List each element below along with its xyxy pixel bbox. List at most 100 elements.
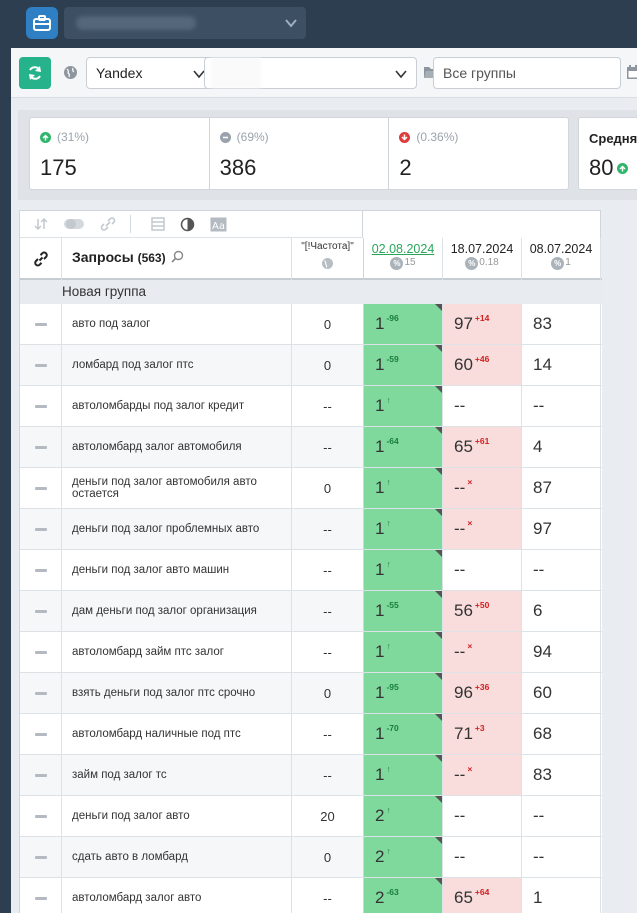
table-icon[interactable] (151, 217, 165, 231)
position-cell-1[interactable]: 2 -63 (364, 878, 443, 913)
table-row[interactable]: деньги под залог автомобиля авто остаетс… (20, 468, 602, 509)
position-cell-1[interactable]: 1 -95 (364, 673, 443, 713)
table-row[interactable]: дам деньги под залог организация -- 1 -5… (20, 591, 602, 632)
toggle-icon[interactable] (63, 217, 85, 231)
row-toggle[interactable] (20, 673, 62, 713)
header-date-column-1[interactable]: 02.08.2024 % 15 (364, 238, 443, 280)
header-frequency-column[interactable]: "[!Частота]" (292, 238, 364, 280)
position-cell-2[interactable]: -- × (443, 755, 522, 795)
query-cell[interactable]: ломбард под залог птс (62, 345, 292, 385)
row-toggle[interactable] (20, 714, 62, 754)
briefcase-button[interactable] (26, 7, 58, 39)
position-cell-3[interactable]: -- (522, 386, 601, 426)
table-row[interactable]: сдать авто в ломбард 0 2 ↑ -- -- (20, 837, 602, 878)
link-toggle-icon[interactable] (100, 217, 116, 231)
position-cell-3[interactable]: -- (522, 837, 601, 877)
position-cell-2[interactable]: -- (443, 796, 522, 836)
position-cell-1[interactable]: 2 ↑ (364, 837, 443, 877)
row-toggle[interactable] (20, 468, 62, 508)
row-toggle[interactable] (20, 632, 62, 672)
position-cell-1[interactable]: 1 ↑ (364, 632, 443, 672)
query-cell[interactable]: деньги под залог авто машин (62, 550, 292, 590)
row-toggle[interactable] (20, 509, 62, 549)
row-toggle[interactable] (20, 837, 62, 877)
position-cell-1[interactable]: 1 -70 (364, 714, 443, 754)
query-cell[interactable]: авто под залог (62, 304, 292, 344)
row-toggle[interactable] (20, 755, 62, 795)
row-toggle[interactable] (20, 550, 62, 590)
position-cell-2[interactable]: 65 +64 (443, 878, 522, 913)
region-select[interactable] (204, 57, 417, 89)
position-cell-3[interactable]: -- (522, 796, 601, 836)
position-cell-1[interactable]: 1 ↑ (364, 755, 443, 795)
table-row[interactable]: ломбард под залог птс 0 1 -59 60 +46 14 (20, 345, 602, 386)
position-cell-3[interactable]: 14 (522, 345, 601, 385)
position-cell-2[interactable]: 60 +46 (443, 345, 522, 385)
search-engine-select[interactable]: Yandex (86, 57, 215, 89)
table-row[interactable]: автоломбард залог авто -- 2 -63 65 +64 1 (20, 878, 602, 913)
search-icon[interactable] (171, 250, 184, 263)
table-row[interactable]: авто под залог 0 1 -96 97 +14 83 (20, 304, 602, 345)
position-cell-3[interactable]: -- (522, 550, 601, 590)
query-cell[interactable]: деньги под залог автомобиля авто остаетс… (62, 468, 292, 508)
position-cell-3[interactable]: 94 (522, 632, 601, 672)
position-cell-3[interactable]: 6 (522, 591, 601, 631)
position-cell-1[interactable]: 1 ↑ (364, 468, 443, 508)
row-toggle[interactable] (20, 304, 62, 344)
table-row[interactable]: автоломбард займ птс залог -- 1 ↑ -- × 9… (20, 632, 602, 673)
row-toggle[interactable] (20, 878, 62, 913)
query-cell[interactable]: взять деньги под залог птс срочно (62, 673, 292, 713)
row-toggle[interactable] (20, 427, 62, 467)
query-cell[interactable]: сдать авто в ломбард (62, 837, 292, 877)
query-cell[interactable]: автоломбард займ птс залог (62, 632, 292, 672)
position-cell-3[interactable]: 60 (522, 673, 601, 713)
position-cell-3[interactable]: 83 (522, 304, 601, 344)
position-cell-1[interactable]: 1 -96 (364, 304, 443, 344)
row-toggle[interactable] (20, 796, 62, 836)
table-row[interactable]: займ под залог тс -- 1 ↑ -- × 83 (20, 755, 602, 796)
position-cell-3[interactable]: 83 (522, 755, 601, 795)
position-cell-2[interactable]: 96 +36 (443, 673, 522, 713)
position-cell-1[interactable]: 1 ↑ (364, 550, 443, 590)
table-row[interactable]: деньги под залог проблемных авто -- 1 ↑ … (20, 509, 602, 550)
table-row[interactable]: автоломбарды под залог кредит -- 1 ↑ -- … (20, 386, 602, 427)
position-cell-1[interactable]: 1 -64 (364, 427, 443, 467)
query-cell[interactable]: деньги под залог авто (62, 796, 292, 836)
position-cell-2[interactable]: -- × (443, 632, 522, 672)
position-cell-2[interactable]: 71 +3 (443, 714, 522, 754)
query-cell[interactable]: автоломбард залог автомобиля (62, 427, 292, 467)
position-cell-3[interactable]: 97 (522, 509, 601, 549)
project-select[interactable] (64, 7, 306, 39)
row-toggle[interactable] (20, 591, 62, 631)
position-cell-2[interactable]: -- (443, 837, 522, 877)
position-cell-1[interactable]: 1 -59 (364, 345, 443, 385)
query-cell[interactable]: дам деньги под залог организация (62, 591, 292, 631)
contrast-icon[interactable] (180, 217, 195, 232)
position-cell-2[interactable]: -- × (443, 468, 522, 508)
table-row[interactable]: автоломбард залог автомобиля -- 1 -64 65… (20, 427, 602, 468)
position-cell-1[interactable]: 1 ↑ (364, 509, 443, 549)
refresh-button[interactable] (19, 57, 51, 89)
header-query-column[interactable]: Запросы (563) (62, 238, 292, 280)
date-header-link[interactable]: 02.08.2024 (364, 242, 442, 256)
row-toggle[interactable] (20, 386, 62, 426)
group-filter-input[interactable]: Все группы (433, 57, 621, 89)
position-cell-3[interactable]: 68 (522, 714, 601, 754)
table-row[interactable]: деньги под залог авто машин -- 1 ↑ -- -- (20, 550, 602, 591)
sort-icon[interactable] (34, 217, 48, 231)
position-cell-1[interactable]: 2 ↑ (364, 796, 443, 836)
position-cell-1[interactable]: 1 ↑ (364, 386, 443, 426)
position-cell-3[interactable]: 4 (522, 427, 601, 467)
position-cell-2[interactable]: 97 +14 (443, 304, 522, 344)
position-cell-2[interactable]: 65 +61 (443, 427, 522, 467)
font-size-icon[interactable]: Aa (210, 217, 227, 232)
group-header-row[interactable]: Новая группа (20, 280, 602, 304)
header-link-column[interactable] (20, 238, 62, 280)
query-cell[interactable]: деньги под залог проблемных авто (62, 509, 292, 549)
query-cell[interactable]: автоломбард наличные под птс (62, 714, 292, 754)
query-cell[interactable]: автоломбард залог авто (62, 878, 292, 913)
row-toggle[interactable] (20, 345, 62, 385)
position-cell-2[interactable]: -- (443, 550, 522, 590)
position-cell-2[interactable]: -- (443, 386, 522, 426)
calendar-icon[interactable] (626, 64, 637, 80)
